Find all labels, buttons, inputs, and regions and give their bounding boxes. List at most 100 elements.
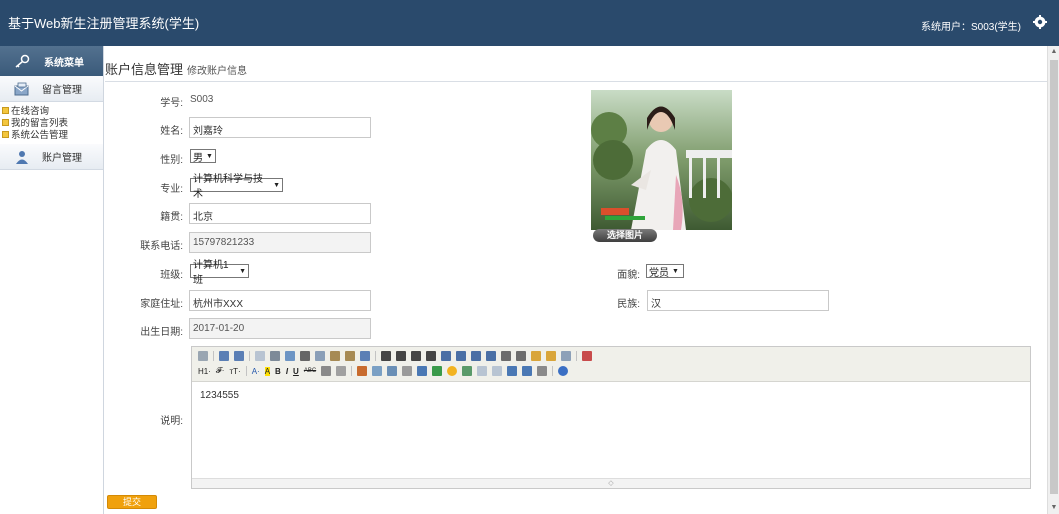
toolbar-divider xyxy=(576,351,577,361)
print-icon[interactable] xyxy=(270,351,280,361)
class-select[interactable]: 计算机1班 ▼ xyxy=(190,260,249,286)
class-select-value: 计算机1班 xyxy=(193,260,229,286)
eraser-icon[interactable] xyxy=(336,366,347,376)
hr-icon[interactable] xyxy=(432,366,443,376)
attachment-icon[interactable] xyxy=(402,366,413,376)
key-icon xyxy=(15,54,30,68)
subscript-icon[interactable] xyxy=(501,351,511,361)
address-input[interactable]: 杭州市XXX xyxy=(189,290,371,311)
emoticon-icon[interactable] xyxy=(447,366,458,376)
student-id-label: 学号: xyxy=(160,98,183,109)
sidebar: 系统菜单 留言管理 在线咨询 我的留言列表 系统公告管理 账户管理 xyxy=(0,46,104,514)
source-icon[interactable] xyxy=(198,351,208,361)
phone-input[interactable]: 15797821233 xyxy=(189,232,371,253)
superscript-icon[interactable] xyxy=(516,351,526,361)
bullet-icon xyxy=(2,130,9,138)
chevron-down-icon: ▼ xyxy=(206,152,213,160)
user-value: S003(学生) xyxy=(970,22,1021,33)
unlink-icon[interactable] xyxy=(537,366,548,376)
toolbar-row-2: H1· 𝓕· тT· A· A B I U ABC xyxy=(198,366,569,376)
bullet-icon xyxy=(2,118,9,126)
editor-content[interactable]: 1234555 xyxy=(200,390,239,401)
toolbar-divider xyxy=(552,366,554,376)
font-color-menu[interactable]: A· xyxy=(252,367,260,376)
chevron-down-icon: ▼ xyxy=(672,267,679,275)
editor-resize-handle[interactable]: ◇ xyxy=(192,478,1030,488)
address-label: 家庭住址: xyxy=(140,299,183,310)
name-input[interactable]: 刘嘉玲 xyxy=(189,117,371,138)
sidebar-section-account[interactable]: 账户管理 xyxy=(0,144,103,170)
paste-word-icon[interactable] xyxy=(360,351,370,361)
editor-toolbar: H1· 𝓕· тT· A· A B I U ABC xyxy=(192,347,1030,382)
choose-photo-button[interactable]: 选择图片 xyxy=(593,229,657,242)
copy-icon[interactable] xyxy=(315,351,325,361)
highlight-color-button[interactable]: A xyxy=(264,366,271,376)
chevron-down-icon: ▼ xyxy=(273,181,280,189)
user-icon xyxy=(16,150,28,164)
bullet-icon xyxy=(2,106,9,114)
code-icon[interactable] xyxy=(477,366,488,376)
toolbar-divider xyxy=(213,351,214,361)
clear-format-icon[interactable] xyxy=(531,351,541,361)
birthdate-label: 出生日期: xyxy=(140,327,183,338)
justify-icon[interactable] xyxy=(426,351,436,361)
submit-button[interactable]: 提交 xyxy=(107,495,157,509)
sidebar-section-messages[interactable]: 留言管理 xyxy=(0,76,103,102)
font-family-menu[interactable]: 𝓕· xyxy=(216,366,225,376)
unordered-list-icon[interactable] xyxy=(456,351,466,361)
align-right-icon[interactable] xyxy=(411,351,421,361)
major-select-value: 计算机科学与技术 xyxy=(193,174,263,200)
redo-icon[interactable] xyxy=(234,351,244,361)
sidebar-item-announcements[interactable]: 系统公告管理 xyxy=(0,128,103,141)
image-icon[interactable] xyxy=(357,366,368,376)
ethnicity-input[interactable]: 汉 xyxy=(647,290,829,311)
vertical-scrollbar[interactable]: ▲ ▼ xyxy=(1047,46,1059,514)
table-icon[interactable] xyxy=(417,366,428,376)
paste-icon[interactable] xyxy=(330,351,340,361)
preview-icon[interactable] xyxy=(255,351,265,361)
gender-label: 性别: xyxy=(160,155,183,166)
sidebar-item-label: 系统公告管理 xyxy=(11,130,69,141)
sidebar-sublist: 在线咨询 我的留言列表 系统公告管理 xyxy=(0,102,103,144)
align-left-icon[interactable] xyxy=(381,351,391,361)
map-icon[interactable] xyxy=(462,366,473,376)
sidebar-header: 系统菜单 xyxy=(0,46,103,76)
underline-button[interactable]: U xyxy=(293,367,299,376)
anchor-icon[interactable] xyxy=(507,366,518,376)
bold-button[interactable]: B xyxy=(275,367,281,376)
rich-text-editor[interactable]: H1· 𝓕· тT· A· A B I U ABC 1234555 ◇ xyxy=(191,346,1031,489)
gender-select-value: 男 xyxy=(193,152,203,164)
multi-image-icon[interactable] xyxy=(372,366,383,376)
strikethrough-button[interactable]: ABC xyxy=(304,368,316,374)
indent-icon[interactable] xyxy=(471,351,481,361)
line-height-icon[interactable] xyxy=(321,366,332,376)
template-icon[interactable] xyxy=(285,351,295,361)
gear-icon[interactable] xyxy=(1033,15,1047,29)
italic-button[interactable]: I xyxy=(286,367,288,376)
heading-menu[interactable]: H1· xyxy=(198,367,211,376)
gender-select[interactable]: 男 ▼ xyxy=(190,149,216,164)
undo-icon[interactable] xyxy=(219,351,229,361)
scrollbar-thumb[interactable] xyxy=(1050,60,1058,494)
link-icon[interactable] xyxy=(522,366,533,376)
political-select[interactable]: 党员 ▼ xyxy=(646,264,684,279)
flash-icon[interactable] xyxy=(387,366,398,376)
native-place-input[interactable]: 北京 xyxy=(189,203,371,224)
birthdate-input[interactable]: 2017-01-20 xyxy=(189,318,371,339)
scroll-up-icon[interactable]: ▲ xyxy=(1048,46,1059,58)
sidebar-header-label: 系统菜单 xyxy=(44,57,84,69)
cut-icon[interactable] xyxy=(300,351,310,361)
ordered-list-icon[interactable] xyxy=(441,351,451,361)
major-select[interactable]: 计算机科学与技术 ▼ xyxy=(190,174,283,200)
align-center-icon[interactable] xyxy=(396,351,406,361)
native-place-label: 籍贯: xyxy=(160,212,183,223)
select-all-icon[interactable] xyxy=(546,351,556,361)
font-size-menu[interactable]: тT· xyxy=(229,367,240,376)
outdent-icon[interactable] xyxy=(486,351,496,361)
page-break-icon[interactable] xyxy=(492,366,503,376)
paste-text-icon[interactable] xyxy=(345,351,355,361)
help-icon[interactable] xyxy=(558,366,569,376)
cursor-icon[interactable] xyxy=(561,351,571,361)
fullscreen-icon[interactable] xyxy=(582,351,592,361)
scroll-down-icon[interactable]: ▼ xyxy=(1048,502,1059,514)
